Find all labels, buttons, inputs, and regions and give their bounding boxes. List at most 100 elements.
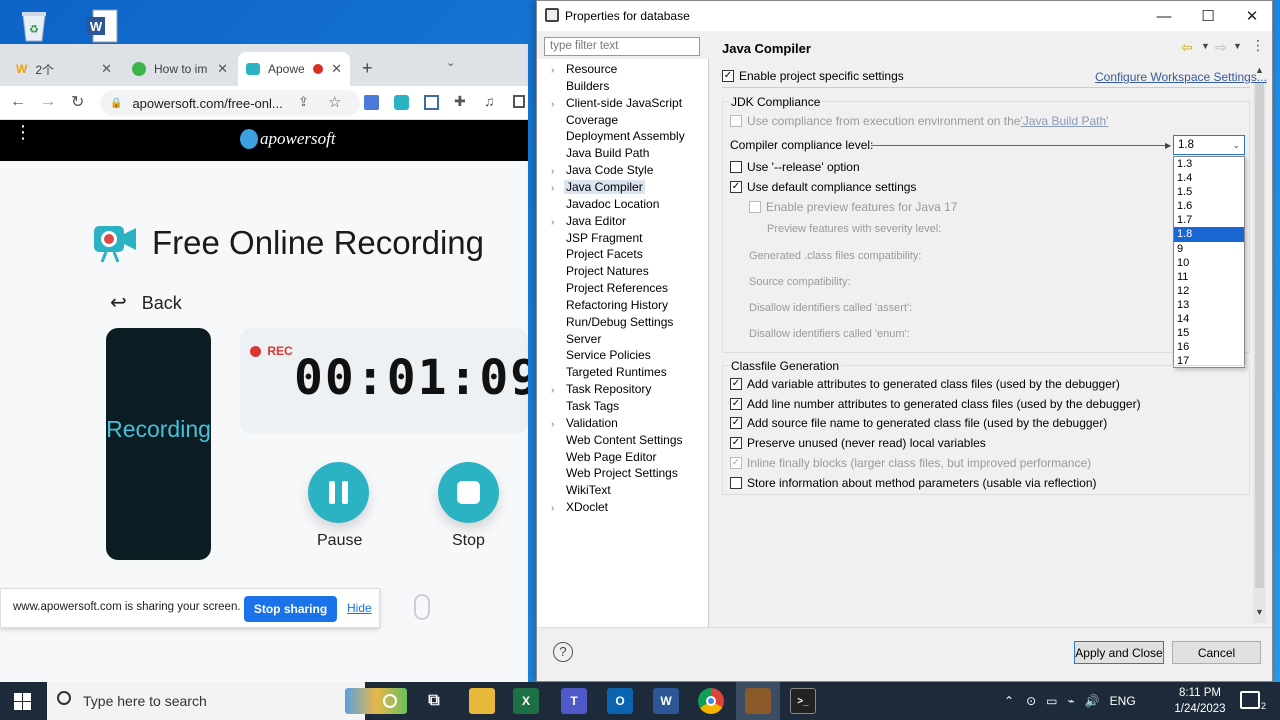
cancel-button[interactable]: Cancel <box>1172 641 1261 664</box>
scroll-up-icon[interactable]: ▲ <box>1255 65 1264 75</box>
close-tab-icon[interactable]: ✕ <box>325 61 342 77</box>
extensions-puzzle-icon[interactable]: ✚ <box>454 93 466 110</box>
recycle-bin-icon[interactable]: ♻ <box>14 6 54 46</box>
classfile-option[interactable]: ✓ Preserve unused (never read) local vari… <box>730 436 986 450</box>
tree-item[interactable]: JSP Fragment <box>551 230 644 247</box>
tree-item[interactable]: › Java Code Style <box>551 162 655 179</box>
tree-item[interactable]: WikiText <box>551 482 613 499</box>
tree-item[interactable]: Service Policies <box>551 347 653 364</box>
back-nav-menu-icon[interactable]: ▼ <box>1201 41 1210 51</box>
compliance-option[interactable]: 14 <box>1174 312 1244 326</box>
compliance-option[interactable]: 9 <box>1174 242 1244 256</box>
compliance-option[interactable]: 12 <box>1174 284 1244 298</box>
menu-dots-icon[interactable]: ⋮ <box>14 123 32 141</box>
chevron-right-icon[interactable]: › <box>551 180 564 197</box>
tree-item[interactable]: Task Tags <box>551 398 621 415</box>
file-explorer-icon[interactable] <box>469 688 495 714</box>
side-panel-icon[interactable] <box>513 95 525 108</box>
compliance-level-select[interactable]: 1.8 ⌄ <box>1173 135 1245 155</box>
word-document-icon[interactable]: W <box>82 6 122 46</box>
classfile-option[interactable]: ✓ Add line number attributes to generated… <box>730 397 1141 411</box>
compliance-option[interactable]: 10 <box>1174 256 1244 270</box>
vertical-scrollbar[interactable]: ▲ ▼ <box>1253 65 1266 623</box>
compliance-option[interactable]: 16 <box>1174 340 1244 354</box>
classfile-option[interactable]: ✓ Add source file name to generated class… <box>730 416 1107 430</box>
tree-item[interactable]: Java Build Path <box>551 145 651 162</box>
stop-sharing-button[interactable]: Stop sharing <box>244 596 337 622</box>
excel-icon[interactable]: X <box>513 688 539 714</box>
share-icon[interactable]: ⇪ <box>298 94 309 110</box>
tree-item[interactable]: › Validation <box>551 415 620 432</box>
forward-arrow-icon[interactable]: → <box>40 93 56 111</box>
close-tab-icon[interactable]: ✕ <box>211 61 228 77</box>
close-button[interactable]: ✕ <box>1237 5 1267 27</box>
compliance-option[interactable]: 1.8 <box>1174 227 1244 242</box>
compliance-option[interactable]: 1.7 <box>1174 213 1244 227</box>
language-indicator[interactable]: ENG <box>1110 694 1136 708</box>
enable-project-settings[interactable]: ✓ Enable project specific settings <box>722 69 904 83</box>
volume-icon[interactable]: 🔊 <box>1085 694 1100 708</box>
tab-search-icon[interactable]: ⌄ <box>446 56 455 69</box>
back-nav-icon[interactable]: ⇦ <box>1181 39 1193 56</box>
tree-item[interactable]: Run/Debug Settings <box>551 314 675 331</box>
compliance-option[interactable]: 15 <box>1174 326 1244 340</box>
notification-icon[interactable]: 2 <box>1240 691 1266 711</box>
eclipse-taskbar-icon[interactable] <box>745 688 771 714</box>
use-release-option[interactable]: Use '--release' option <box>730 160 860 174</box>
use-default-compliance[interactable]: ✓ Use default compliance settings <box>730 180 916 194</box>
compliance-option[interactable]: 1.6 <box>1174 199 1244 213</box>
tab-2[interactable]: How to im ✕ <box>124 52 236 86</box>
scrollbar-thumb[interactable] <box>1255 83 1264 588</box>
pause-button[interactable] <box>308 462 369 523</box>
maximize-button[interactable]: ☐ <box>1193 5 1223 27</box>
compliance-option[interactable]: 1.3 <box>1174 157 1244 171</box>
tab-1[interactable]: W 2个 ✕ <box>8 52 120 86</box>
clock[interactable]: 8:11 PM 1/24/2023 <box>1172 685 1228 717</box>
tree-item[interactable]: › Resource <box>551 61 619 78</box>
compliance-option[interactable]: 11 <box>1174 270 1244 284</box>
minimize-button[interactable]: — <box>1149 5 1179 27</box>
media-control-icon[interactable]: ♫ <box>484 93 495 109</box>
translate-extension-icon[interactable] <box>364 95 379 110</box>
screenshot-extension-icon[interactable] <box>424 95 439 110</box>
view-menu-icon[interactable]: ⋮ <box>1251 37 1265 54</box>
new-tab-icon[interactable]: + <box>362 58 373 79</box>
classfile-option[interactable]: Store information about method parameter… <box>730 476 1097 490</box>
chevron-right-icon[interactable]: › <box>551 163 564 180</box>
compliance-option[interactable]: 13 <box>1174 298 1244 312</box>
tree-item[interactable]: › XDoclet <box>551 499 610 516</box>
tree-item[interactable]: Coverage <box>551 112 620 129</box>
forward-nav-menu-icon[interactable]: ▼ <box>1233 41 1242 51</box>
compliance-option[interactable]: 1.4 <box>1174 171 1244 185</box>
bookmark-star-icon[interactable]: ☆ <box>328 93 341 111</box>
meet-icon[interactable]: ⊙ <box>1026 694 1036 708</box>
compliance-option[interactable]: 1.5 <box>1174 185 1244 199</box>
tree-item[interactable]: › Java Editor <box>551 213 628 230</box>
monitor-icon[interactable]: ▭ <box>1046 694 1057 708</box>
tree-item[interactable]: Project References <box>551 280 670 297</box>
tree-item[interactable]: Project Natures <box>551 263 651 280</box>
chevron-right-icon[interactable]: › <box>551 416 564 433</box>
tree-item[interactable]: Web Page Editor <box>551 449 659 466</box>
tree-item[interactable]: Project Facets <box>551 246 645 263</box>
teams-icon[interactable]: T <box>561 688 587 714</box>
stop-button[interactable] <box>438 462 499 523</box>
tab-3[interactable]: Apowe ✕ <box>238 52 350 86</box>
word-icon[interactable]: W <box>653 688 679 714</box>
tree-item[interactable]: Javadoc Location <box>551 196 661 213</box>
task-view-icon[interactable]: ⧉ <box>421 688 447 714</box>
outlook-icon[interactable]: O <box>607 688 633 714</box>
site-logo[interactable]: apowersoft <box>240 129 336 149</box>
tree-item[interactable]: Builders <box>551 78 611 95</box>
hide-link[interactable]: Hide <box>347 601 372 615</box>
recorder-extension-icon[interactable] <box>394 95 409 110</box>
classfile-option[interactable]: ✓ Add variable attributes to generated cl… <box>730 377 1120 391</box>
windows-start-icon[interactable] <box>14 693 31 710</box>
apply-and-close-button[interactable]: Apply and Close <box>1074 641 1164 664</box>
tree-item[interactable]: Targeted Runtimes <box>551 364 669 381</box>
reload-icon[interactable]: ↻ <box>71 92 84 112</box>
network-icon[interactable]: ⌁ <box>1067 694 1074 708</box>
address-bar[interactable]: 🔒 apowersoft.com/free-onl... <box>100 90 360 116</box>
configure-workspace-link[interactable]: Configure Workspace Settings... <box>1095 70 1267 84</box>
cortana-icon[interactable] <box>377 688 403 714</box>
